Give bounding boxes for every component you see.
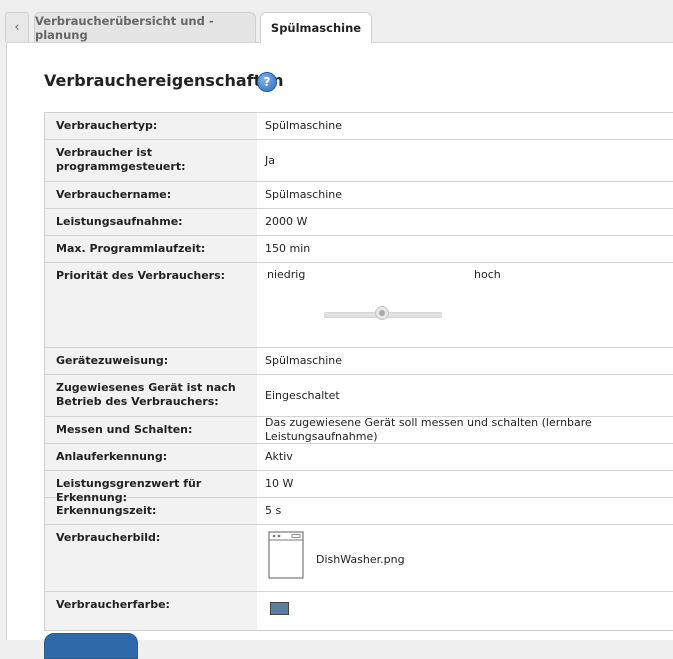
row-label: Erkennungszeit: [56,504,157,517]
row-label: Verbrauchertyp: [56,119,158,132]
priority-slider-cell: niedrig hoch [257,263,673,347]
table-row: Anlauferkennung: Aktiv [45,444,673,471]
row-value: Ja [257,140,673,181]
table-row: Erkennungszeit: 5 s [45,498,673,525]
image-file-name: DishWasher.png [316,553,405,566]
properties-table: Verbrauchertyp: Spülmaschine Verbraucher… [44,112,673,631]
page-title: Verbrauchereigenschaften [44,71,284,90]
row-value: Spülmaschine [257,348,673,374]
row-value: Eingeschaltet [257,375,673,416]
row-value: 10 W [257,471,673,497]
color-cell [257,592,673,630]
table-row: Verbraucherbild: DishWasher.png [45,525,673,592]
row-value: 150 min [257,236,673,262]
chevron-left-icon: ‹ [14,20,20,35]
table-row: Verbrauchertyp: Spülmaschine [45,113,673,140]
row-label: Leistungsaufnahme: [56,215,183,228]
tab-label: Spülmaschine [270,21,362,35]
table-row: Priorität des Verbrauchers: niedrig hoch [45,263,673,348]
row-label: Verbraucherfarbe: [56,598,170,611]
table-row: Verbrauchername: Spülmaschine [45,182,673,209]
table-row: Gerätezuweisung: Spülmaschine [45,348,673,375]
row-label: Leistungsgrenzwert für Erkennung: [56,477,202,504]
table-row: Verbraucherfarbe: [45,592,673,630]
table-row: Zugewiesenes Gerät ist nach Betrieb des … [45,375,673,417]
table-row: Max. Programmlaufzeit: 150 min [45,236,673,263]
tab-bar: ‹ Verbraucherübersicht und -planung Spül… [0,0,673,43]
dishwasher-icon[interactable] [268,531,304,579]
row-value: Spülmaschine [257,182,673,208]
row-label: Anlauferkennung: [56,450,168,463]
row-value: Aktiv [257,444,673,470]
back-button[interactable]: ‹ [5,12,29,42]
row-value: Das zugewiesene Gerät soll messen und sc… [257,416,673,443]
image-cell: DishWasher.png [257,525,673,591]
row-label: Max. Programmlaufzeit: [56,242,206,255]
content-panel: Verbrauchereigenschaften ? Verbraucherty… [6,42,673,659]
row-label: Priorität des Verbrauchers: [56,269,226,282]
row-value: 2000 W [257,209,673,235]
table-row: Leistungsaufnahme: 2000 W [45,209,673,236]
row-label: Verbrauchername: [56,188,172,201]
row-value: Spülmaschine [257,113,673,139]
help-icon[interactable]: ? [257,72,277,92]
slider-label-low: niedrig [267,268,306,281]
table-row: Messen und Schalten: Das zugewiesene Ger… [45,416,673,444]
row-label: Gerätezuweisung: [56,354,169,367]
table-row: Verbraucher ist programmgesteuert: Ja [45,140,673,182]
slider-label-high: hoch [474,268,501,281]
tab-spuelmaschine[interactable]: Spülmaschine [260,12,372,43]
save-button[interactable] [44,633,138,659]
priority-slider-thumb[interactable] [375,306,389,320]
row-label: Messen und Schalten: [56,423,193,436]
tab-label: Verbraucherübersicht und -planung [35,13,214,42]
row-label: Verbraucherbild: [56,531,161,544]
row-label: Zugewiesenes Gerät ist nach Betrieb des … [56,381,236,408]
table-row: Leistungsgrenzwert für Erkennung: 10 W [45,471,673,504]
tab-verbraucheruebersicht[interactable]: Verbraucherübersicht und -planung [34,12,256,42]
row-value: 5 s [257,498,673,524]
color-swatch[interactable] [270,602,289,615]
row-label: Verbraucher ist programmgesteuert: [56,146,186,173]
